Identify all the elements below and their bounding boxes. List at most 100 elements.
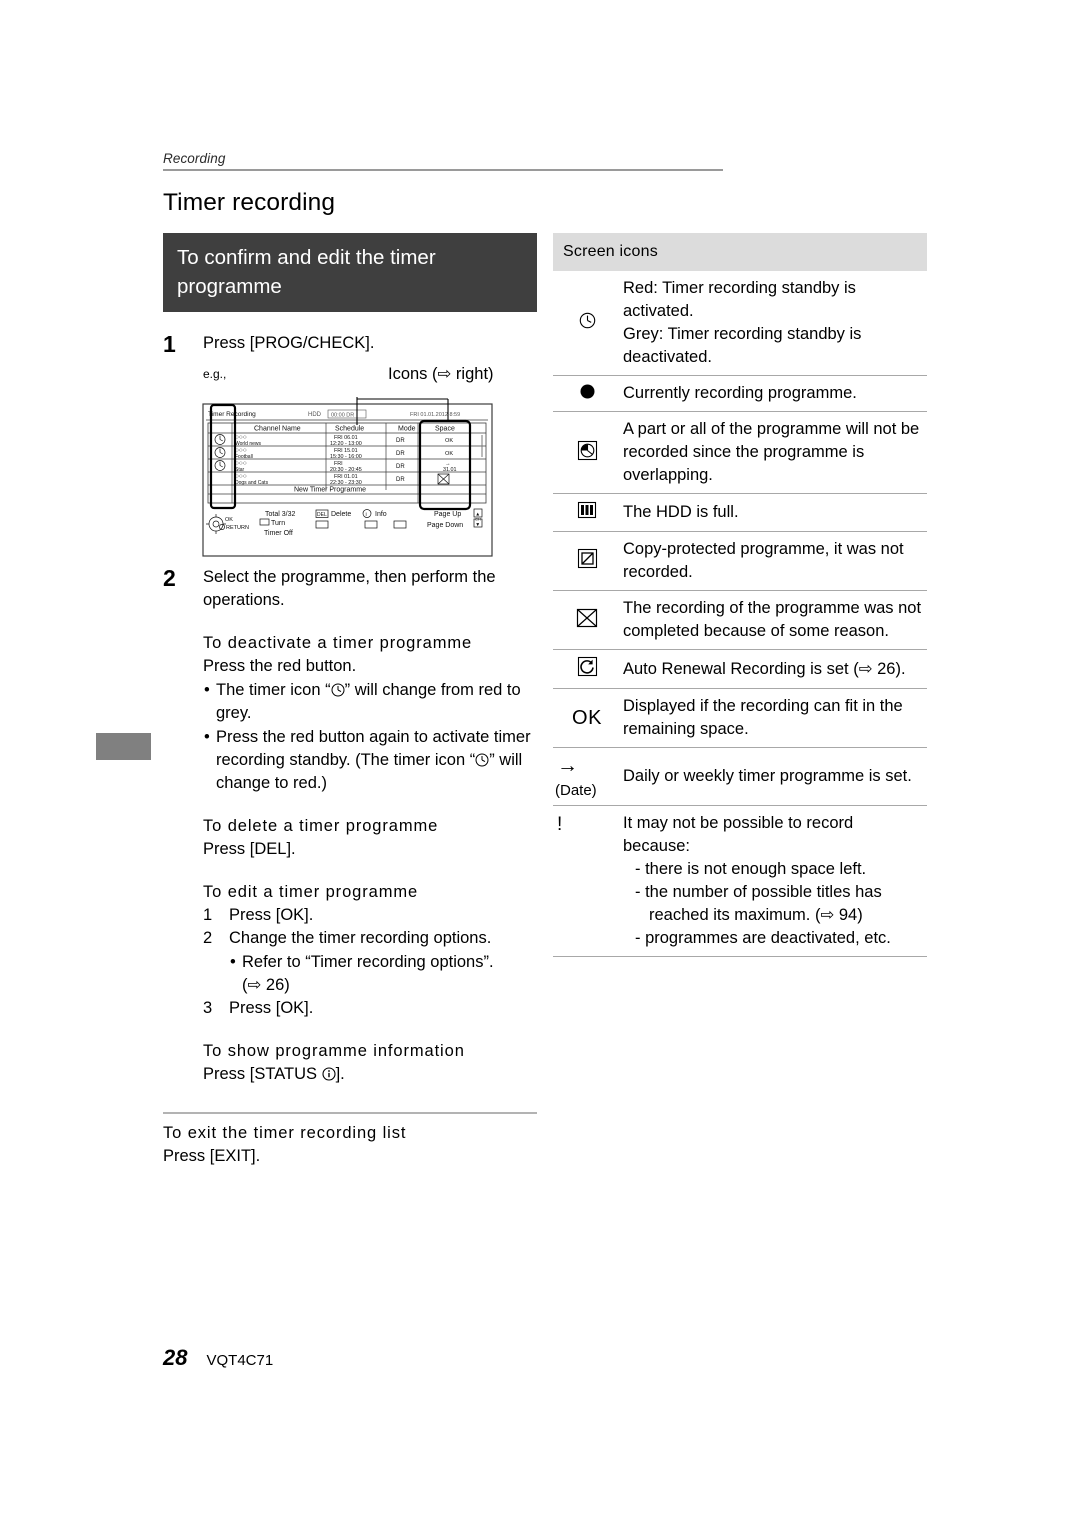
edit-step-3-number: 3 [203,999,213,1017]
svg-text:OK: OK [225,517,233,523]
svg-text:OK: OK [445,451,453,457]
info-line-post: ]. [335,1065,345,1083]
table-row: Auto Renewal Recording is set (⇨ 26). [553,649,927,689]
row-line: Auto Renewal Recording is set (⇨ 26). [623,659,906,678]
ok-text-icon: OK [572,706,602,729]
step-2-number: 2 [163,565,176,591]
hdd-full-icon [577,501,597,524]
tv-callout-label: Icons (⇨ right) [388,365,494,383]
description-cell: The recording of the programme was not c… [621,590,927,650]
clock-icon [331,681,345,697]
icon-cell [553,590,621,650]
edit-step-2-text: Change the timer recording options. [229,929,492,947]
auto-renewal-icon [577,656,598,681]
description-cell: It may not be possible to record because… [621,805,927,957]
screen-icons-heading: Screen icons [553,233,927,271]
table-row: Currently recording programme. [553,375,927,412]
description-cell: Red: Timer recording standby is activate… [621,271,927,376]
table-row: → (Date) Daily or weekly timer programme… [553,747,927,806]
row-line: The recording of the programme was not [623,599,922,617]
edit-step-2-bullet: Refer to “Timer recording options”. (⇨ 26… [229,951,537,997]
icon-cell [553,493,621,532]
svg-text:New Timer Programme: New Timer Programme [294,487,366,494]
row-line: overlapping. [623,466,713,484]
description-cell: Auto Renewal Recording is set (⇨ 26). [621,649,927,689]
document-code: VQT4C71 [206,1352,274,1369]
svg-text:Info: Info [375,511,387,518]
page-footer: 28 VQT4C71 [163,1345,273,1371]
svg-text:DR: DR [396,464,405,470]
svg-text:Space: Space [435,426,455,433]
exit-line: Press [EXIT]. [163,1146,261,1165]
svg-text:Page Down: Page Down [427,522,463,529]
right-column: Screen icons Red: Timer recording standb… [553,233,927,957]
row-line: because: [623,837,690,855]
svg-text:OK: OK [445,438,453,444]
running-head-text: Recording [163,151,226,166]
edit-step-2-number: 2 [203,929,213,947]
description-cell: The HDD is full. [621,493,927,532]
edit-step-3: 3 Press [OK]. [203,997,537,1020]
row-line: Displayed if the recording can fit in th… [623,697,903,715]
row-line: The HDD is full. [623,503,739,521]
description-cell: Daily or weekly timer programme is set. [621,747,927,806]
table-row: The recording of the programme was not c… [553,590,927,650]
copy-protected-icon [577,548,598,573]
row-subline: - the number of possible titles has reac… [635,883,882,924]
icon-cell [553,375,621,412]
clock-box-overlap-icon [577,440,598,465]
crossed-box-icon [576,608,598,633]
svg-text:Timer Off: Timer Off [264,530,293,537]
date-label: (Date) [555,782,597,799]
icon-cell: OK [553,688,621,748]
svg-text:Dogs and Cats: Dogs and Cats [235,480,269,486]
edit-step-3-text: Press [OK]. [229,999,314,1017]
icon-cell [553,649,621,689]
deactivate-line: Press the red button. [203,657,357,675]
edit-step-1: 1 Press [OK]. [203,904,537,927]
edit-step-1-text: Press [OK]. [229,906,314,924]
tv-screen-svg: Timer Recording HDD 00:00 DR FRI 01.01.2… [202,397,493,557]
description-cell: Currently recording programme. [621,375,927,412]
step-1-text: Press [PROG/CHECK]. [203,334,375,352]
screen-icons-table: Red: Timer recording standby is activate… [553,271,927,957]
row-line: A part or all of the programme will not … [623,420,920,438]
edit-heading: To edit a timer programme [203,883,419,901]
svg-text:12:20 - 13:00: 12:20 - 13:00 [330,441,362,447]
step-2: 2 Select the programme, then perform the… [163,566,537,612]
deactivate-bullets: The timer icon “” will change from red t… [203,679,537,795]
info-line: Press [STATUS ]. [203,1063,537,1088]
edit-step-1-number: 1 [203,906,213,924]
svg-text:20:30 - 20:45: 20:30 - 20:45 [330,467,362,473]
clock-icon [579,312,596,333]
delete-line: Press [DEL]. [203,840,296,858]
svg-text:DR: DR [396,477,405,483]
running-head: Recording [163,151,723,171]
exclamation-icon: ! [557,814,563,835]
svg-text:DR: DR [396,438,405,444]
delete-heading: To delete a timer programme [203,817,439,835]
svg-text:15:30 - 16:00: 15:30 - 16:00 [330,454,362,460]
step-1: 1 Press [PROG/CHECK]. [163,332,537,356]
svg-text:Turn: Turn [271,520,285,527]
svg-text:22:30 - 23:30: 22:30 - 23:30 [330,480,362,486]
edit-step-2-bullet-text: Refer to “Timer recording options”. [242,953,494,971]
icon-cell: ! [553,805,621,957]
icon-cell: → (Date) [553,747,621,806]
step-1-number: 1 [163,331,176,357]
exit-heading: To exit the timer recording list [163,1123,407,1142]
description-cell: Displayed if the recording can fit in th… [621,688,927,748]
svg-text:CH: CH [475,517,481,522]
svg-text:○○○: ○○○ [235,473,247,480]
svg-text:Schedule: Schedule [335,426,364,433]
svg-text:○○○: ○○○ [235,447,247,454]
row-line: Grey: Timer recording standby is [623,325,862,343]
svg-text:31.01: 31.01 [443,467,457,473]
row-line: recorded since the programme is [623,443,865,461]
icon-cell [553,271,621,376]
deactivate-heading: To deactivate a timer programme [203,634,473,652]
svg-text:○○○: ○○○ [235,460,247,467]
row-line: remaining space. [623,720,749,738]
arrow-right-icon: → [557,754,578,777]
svg-text:FRI 01.01.2012 8:59: FRI 01.01.2012 8:59 [410,412,460,418]
